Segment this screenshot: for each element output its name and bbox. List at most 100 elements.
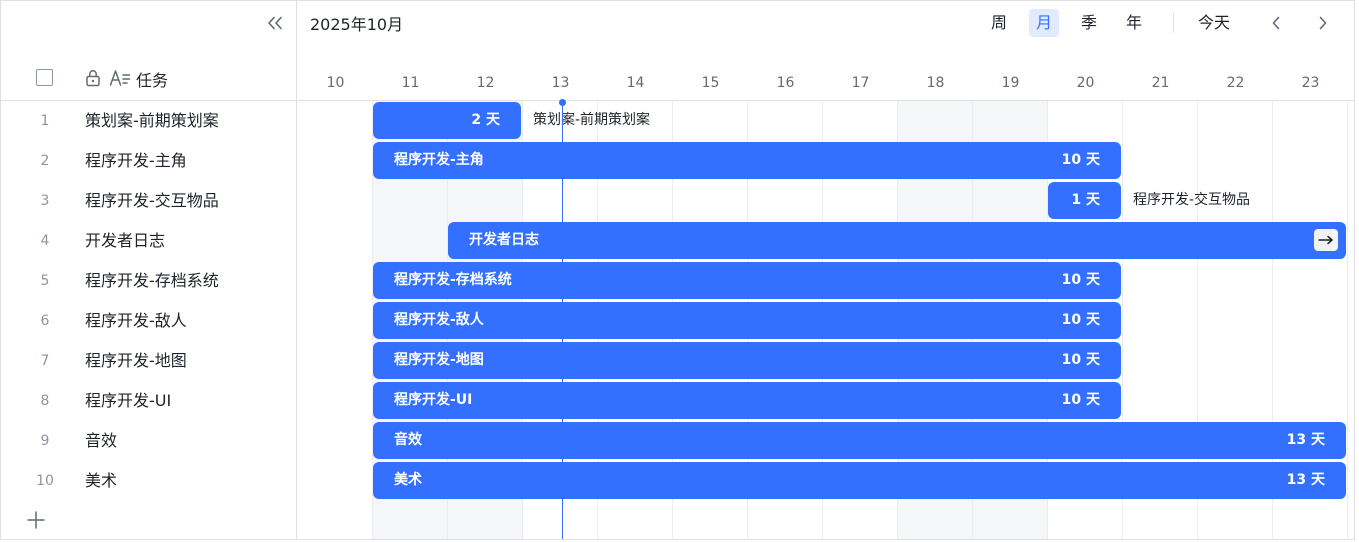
add-task-button[interactable]: [25, 509, 47, 531]
task-row-name[interactable]: 音效: [85, 421, 117, 461]
chevron-left-icon: [1272, 16, 1280, 30]
task-row[interactable]: 6 程序开发-敌人: [1, 301, 297, 341]
day-label: 15: [701, 75, 720, 91]
task-row-number: 7: [40, 353, 50, 369]
task-list: 1 策划案-前期策划案 2 程序开发-主角 3 程序开发-交互物品 4 开发者日志 5 程序开发-…: [1, 101, 297, 501]
task-duration-label: 2 天: [471, 112, 500, 128]
day-label: 20: [1076, 75, 1095, 91]
task-bar[interactable]: 2 天: [373, 102, 521, 139]
task-bar-label: 程序开发-敌人: [394, 312, 484, 328]
task-bar[interactable]: 开发者日志: [448, 222, 1346, 259]
task-row-number: 8: [40, 393, 50, 409]
task-row-name[interactable]: 程序开发-UI: [85, 381, 171, 421]
task-row-name[interactable]: 开发者日志: [85, 221, 165, 261]
today-button[interactable]: 今天: [1198, 9, 1230, 37]
text-field-icon[interactable]: [109, 68, 131, 88]
collapse-panel-button[interactable]: [265, 13, 285, 33]
today-marker-line: [561, 101, 563, 539]
day-label: 11: [401, 75, 420, 91]
view-year-button[interactable]: 年: [1119, 9, 1149, 37]
day-label: 12: [476, 75, 495, 91]
timeline-panel: 2025年10月 周 月 季 年 今天 10 11 12 13 14 15 16 17 18 19…: [298, 1, 1354, 539]
task-duration-label: 10 天: [1061, 272, 1100, 288]
task-row-name[interactable]: 程序开发-敌人: [85, 301, 187, 341]
task-duration-label: 13 天: [1286, 432, 1325, 448]
day-label: 14: [626, 75, 645, 91]
task-row[interactable]: 7 程序开发-地图: [1, 341, 297, 381]
day-header: 10 11 12 13 14 15 16 17 18 19 20 21 22 23: [298, 57, 1354, 101]
task-row[interactable]: 10 美术: [1, 461, 297, 501]
prev-period-button[interactable]: [1265, 12, 1287, 34]
task-duration-label: 10 天: [1061, 352, 1100, 368]
day-label: 16: [776, 75, 795, 91]
task-bar-label: 开发者日志: [469, 232, 539, 248]
task-duration-label: 13 天: [1286, 472, 1325, 488]
task-bar[interactable]: 程序开发-主角 10 天: [373, 142, 1121, 179]
day-label: 22: [1226, 75, 1245, 91]
task-row-name[interactable]: 程序开发-地图: [85, 341, 187, 381]
task-bar[interactable]: 音效 13 天: [373, 422, 1346, 459]
task-row[interactable]: 5 程序开发-存档系统: [1, 261, 297, 301]
today-marker-dot: [558, 99, 566, 106]
task-bar[interactable]: 美术 13 天: [373, 462, 1346, 499]
plus-icon: [27, 511, 45, 529]
next-period-button[interactable]: [1312, 12, 1334, 34]
task-row-number: 10: [36, 473, 54, 489]
task-row-number: 2: [40, 153, 50, 169]
task-bar[interactable]: 1 天: [1048, 182, 1121, 219]
day-label: 13: [551, 75, 570, 91]
task-row-number: 4: [40, 233, 50, 249]
task-bar[interactable]: 程序开发-存档系统 10 天: [373, 262, 1121, 299]
task-bar-label: 程序开发-UI: [394, 392, 473, 408]
task-bar-label: 程序开发-存档系统: [394, 272, 512, 288]
task-duration-label: 10 天: [1061, 312, 1100, 328]
task-row-name[interactable]: 程序开发-交互物品: [85, 181, 219, 221]
day-label: 21: [1151, 75, 1170, 91]
task-list-header: 任务: [1, 57, 297, 101]
task-duration-label: 1 天: [1071, 192, 1100, 208]
task-bar-outside-label: 策划案-前期策划案: [533, 112, 651, 128]
view-quarter-button[interactable]: 季: [1074, 9, 1104, 37]
select-all-checkbox[interactable]: [36, 69, 53, 86]
task-bar[interactable]: 程序开发-地图 10 天: [373, 342, 1121, 379]
task-row[interactable]: 3 程序开发-交互物品: [1, 181, 297, 221]
day-label: 19: [1001, 75, 1020, 91]
task-row-number: 6: [40, 313, 50, 329]
gantt-view: 任务 1 策划案-前期策划案 2 程序开发-主角 3 程序开发-交互物品 4 开发者日志 5 程序…: [0, 0, 1355, 540]
day-column[interactable]: [298, 101, 373, 539]
task-row[interactable]: 8 程序开发-UI: [1, 381, 297, 421]
task-row-name[interactable]: 美术: [85, 461, 117, 501]
task-duration-label: 10 天: [1061, 152, 1100, 168]
task-bar-label: 音效: [394, 432, 422, 448]
day-label: 23: [1301, 75, 1320, 91]
task-bar-label: 程序开发-地图: [394, 352, 484, 368]
toolbar-divider: [1173, 13, 1174, 33]
task-row[interactable]: 1 策划案-前期策划案: [1, 101, 297, 141]
scroll-to-task-button[interactable]: [1314, 229, 1338, 251]
task-row-name[interactable]: 程序开发-主角: [85, 141, 187, 181]
task-row-number: 9: [40, 433, 50, 449]
task-row-number: 5: [40, 273, 50, 289]
arrow-right-icon: [1318, 235, 1333, 245]
task-row[interactable]: 9 音效: [1, 421, 297, 461]
task-duration-label: 10 天: [1061, 392, 1100, 408]
task-row-number: 1: [40, 113, 50, 129]
month-label: 2025年10月: [310, 15, 404, 34]
task-row-name[interactable]: 策划案-前期策划案: [85, 101, 219, 141]
task-column-header[interactable]: 任务: [136, 67, 168, 91]
view-month-button[interactable]: 月: [1029, 9, 1059, 37]
task-row-number: 3: [40, 193, 50, 209]
day-label: 18: [926, 75, 945, 91]
task-bar[interactable]: 程序开发-敌人 10 天: [373, 302, 1121, 339]
day-label: 10: [326, 75, 345, 91]
lock-icon[interactable]: [85, 69, 101, 87]
double-chevron-left-icon: [268, 16, 282, 30]
view-week-button[interactable]: 周: [984, 9, 1014, 37]
task-row[interactable]: 2 程序开发-主角: [1, 141, 297, 181]
task-list-panel: 任务 1 策划案-前期策划案 2 程序开发-主角 3 程序开发-交互物品 4 开发者日志 5 程序…: [1, 1, 297, 539]
task-bar[interactable]: 程序开发-UI 10 天: [373, 382, 1121, 419]
task-row-name[interactable]: 程序开发-存档系统: [85, 261, 219, 301]
task-bar-label: 美术: [394, 472, 422, 488]
day-label: 17: [851, 75, 870, 91]
task-row[interactable]: 4 开发者日志: [1, 221, 297, 261]
